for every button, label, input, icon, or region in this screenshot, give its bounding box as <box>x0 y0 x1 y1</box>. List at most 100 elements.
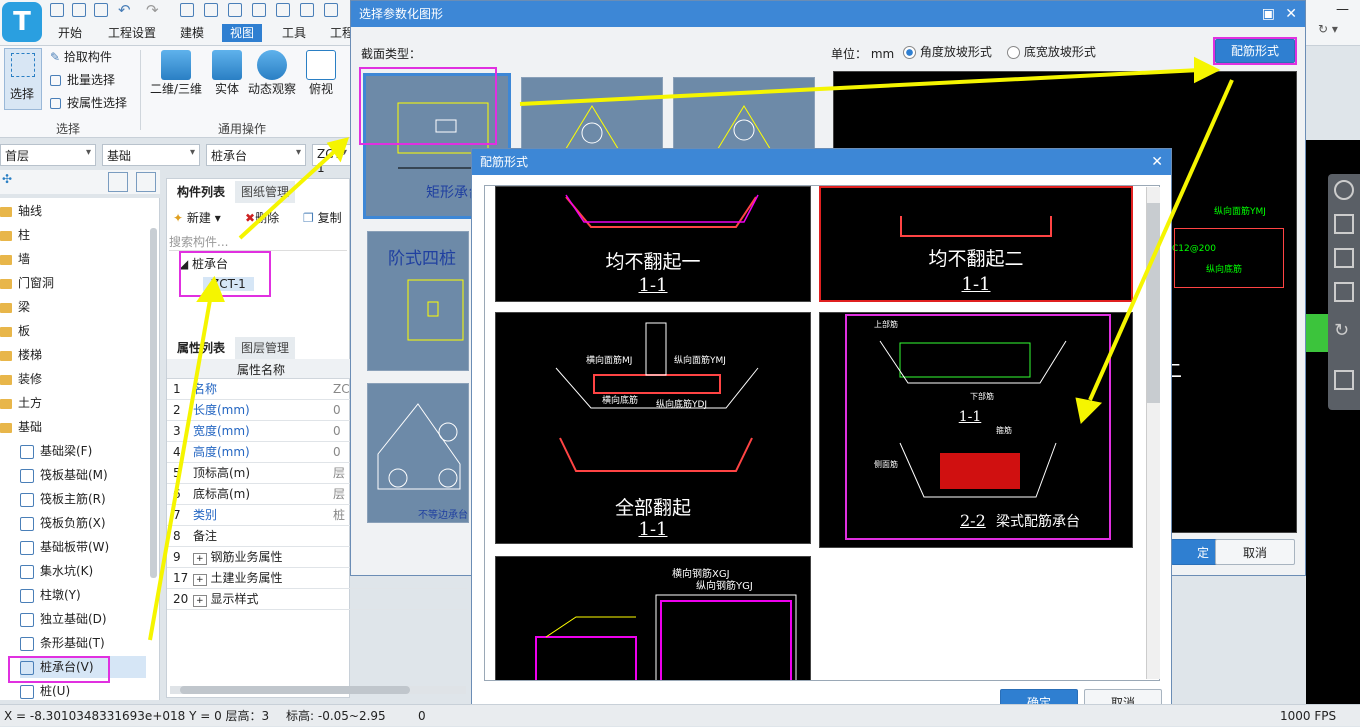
quick-icon-5[interactable] <box>276 3 290 17</box>
cube-3d-icon[interactable] <box>1334 214 1354 234</box>
tab-component-list[interactable]: 构件列表 <box>171 181 232 203</box>
quick-icon-2[interactable] <box>204 3 218 17</box>
section-type-label: 截面类型： <box>361 47 422 61</box>
radio-angle[interactable]: 角度放坡形式 <box>903 43 992 60</box>
gallery-scrollbar-thumb[interactable] <box>1147 203 1160 403</box>
tree-folder[interactable]: 土方 <box>0 392 42 414</box>
cube-front-icon[interactable] <box>1334 248 1354 268</box>
rebar-option-2[interactable]: 均不翻起二 1-1 <box>819 186 1133 302</box>
select-by-attr-button[interactable]: 按属性选择 <box>50 94 127 111</box>
prop-value[interactable]: 0 <box>333 421 341 442</box>
tree-folder[interactable]: 门窗洞 <box>0 272 54 294</box>
quick-icon-7[interactable] <box>324 3 338 17</box>
prop-value[interactable]: 层 <box>333 484 345 505</box>
floor-select[interactable]: 首层 <box>0 144 96 166</box>
prop-value[interactable]: ZC <box>333 379 350 400</box>
tree-child-item[interactable]: 独立基础(D) <box>20 608 107 630</box>
quick-icon-1[interactable] <box>180 3 194 17</box>
tree-child-item[interactable]: 基础梁(F) <box>20 440 92 462</box>
category-select[interactable]: 基础 <box>102 144 200 166</box>
tree-folder[interactable]: 装修 <box>0 368 42 390</box>
tree-child-item[interactable]: 筏板主筋(R) <box>20 488 106 510</box>
tree-child-item[interactable]: 筏板负筋(X) <box>20 512 106 534</box>
tab-props[interactable]: 属性列表 <box>171 337 232 359</box>
dialog1-cancel-button[interactable]: 取消 <box>1215 539 1295 565</box>
radio-width[interactable]: 底宽放坡形式 <box>1007 43 1096 60</box>
pick-component-button[interactable]: ✎ 拾取构件 <box>50 48 112 65</box>
layer-icon[interactable] <box>1334 370 1354 390</box>
tree-scrollbar[interactable] <box>150 228 157 578</box>
tree-child-item[interactable]: 基础板带(W) <box>20 536 109 558</box>
quick-icon-4[interactable] <box>252 3 266 17</box>
prop-value[interactable]: 桩 <box>333 505 345 526</box>
top-view-label: 俯视 <box>308 82 333 96</box>
tab-project-settings[interactable]: 工程设置 <box>100 24 164 42</box>
undo-icon[interactable]: ↶ <box>118 1 131 19</box>
delete-button[interactable]: ✖删除 <box>245 209 279 226</box>
rebar-option-3[interactable]: 横向面筋MJ 纵向面筋YMJ 横向底筋 纵向底筋YDJ 全部翻起 1-1 <box>495 312 811 544</box>
tree-folder[interactable]: 基础 <box>0 416 42 438</box>
folder-icon <box>0 350 12 361</box>
dialog2-close-icon[interactable]: ✕ <box>1151 149 1163 175</box>
quick-icon-3[interactable] <box>228 3 242 17</box>
close-icon[interactable]: ✕ <box>1285 1 1297 27</box>
tree-folder[interactable]: 柱 <box>0 224 30 246</box>
rebar-option-1[interactable]: 均不翻起一 1-1 <box>495 186 811 302</box>
redo-icon[interactable]: ↷ <box>146 1 159 19</box>
prop-value[interactable]: 0 <box>333 400 341 421</box>
new-file-icon[interactable] <box>72 3 86 17</box>
component-search-input[interactable]: 搜索构件... <box>169 233 347 251</box>
tab-modeling[interactable]: 建模 <box>172 24 212 42</box>
globe-icon[interactable] <box>1334 180 1354 200</box>
tree-child-item[interactable]: 集水坑(K) <box>20 560 93 582</box>
grid-view-icon[interactable] <box>136 172 156 192</box>
expand-plus-icon[interactable]: + <box>193 553 207 565</box>
tab-start[interactable]: 开始 <box>50 24 90 42</box>
view-2d3d-button[interactable]: 二维/三维 <box>150 50 202 97</box>
rebar-option-5[interactable]: 横向钢筋XGJ 纵向钢筋YGJ <box>495 556 811 680</box>
tree-child-item[interactable]: 桩(U) <box>20 680 70 702</box>
props-hscroll-thumb[interactable] <box>180 686 410 694</box>
maximize-icon[interactable]: ▣ <box>1262 1 1275 27</box>
dynamic-view-button[interactable]: 动态观察 <box>248 50 296 97</box>
batch-select-button[interactable]: 批量选择 <box>50 71 115 88</box>
prop-row[interactable]: 20 + 显示样式 <box>167 589 467 610</box>
window-control-icons[interactable]: ↻ ▾ <box>1318 22 1338 36</box>
tree-folder[interactable]: 轴线 <box>0 200 42 222</box>
tree-child-item[interactable]: 柱墩(Y) <box>20 584 81 606</box>
list-view-icon[interactable] <box>108 172 128 192</box>
tab-view[interactable]: 视图 <box>222 24 263 42</box>
minimize-icon[interactable]: — <box>1336 2 1349 17</box>
tree-child-item[interactable]: 条形基础(T) <box>20 632 105 654</box>
expand-icon[interactable]: ✣ <box>2 172 12 186</box>
copy-button[interactable]: ❐ 复制 <box>303 209 342 226</box>
cube-side-icon[interactable] <box>1334 282 1354 302</box>
solid-button[interactable]: 实体 <box>212 50 242 97</box>
tab-tools[interactable]: 工具 <box>274 24 314 42</box>
rotate-icon[interactable]: ↻ <box>1334 320 1349 341</box>
quick-icon-6[interactable] <box>300 3 314 17</box>
props-hscroll[interactable] <box>170 686 466 694</box>
prop-value[interactable]: 层 <box>333 463 345 484</box>
tree-child-item[interactable]: 筏板基础(M) <box>20 464 108 486</box>
new-button[interactable]: ✦ 新建 ▾ <box>173 209 221 226</box>
expand-plus-icon[interactable]: + <box>193 574 207 586</box>
save-icon[interactable] <box>50 3 64 17</box>
item-select[interactable]: ZCT-1 <box>312 144 352 175</box>
component-icon <box>20 564 34 579</box>
gallery-scrollbar[interactable] <box>1146 187 1160 679</box>
expand-plus-icon[interactable]: + <box>193 595 207 607</box>
tree-folder[interactable]: 墙 <box>0 248 30 270</box>
tree-folder[interactable]: 板 <box>0 320 30 342</box>
top-view-button[interactable]: 俯视 <box>306 50 336 97</box>
type-select[interactable]: 桩承台 <box>206 144 306 166</box>
prop-value[interactable]: 0 <box>333 442 341 463</box>
tree-folder[interactable]: 楼梯 <box>0 344 42 366</box>
tab-drawing-manage[interactable]: 图纸管理 <box>235 181 296 203</box>
tab-layer-manage[interactable]: 图层管理 <box>235 337 296 359</box>
open-icon[interactable] <box>94 3 108 17</box>
thumb-unequal[interactable]: 不等边承台 <box>367 383 469 523</box>
select-button[interactable]: 选择 <box>4 48 42 110</box>
tree-folder[interactable]: 梁 <box>0 296 30 318</box>
thumb-step-four-pile[interactable]: 阶式四桩 <box>367 231 469 371</box>
